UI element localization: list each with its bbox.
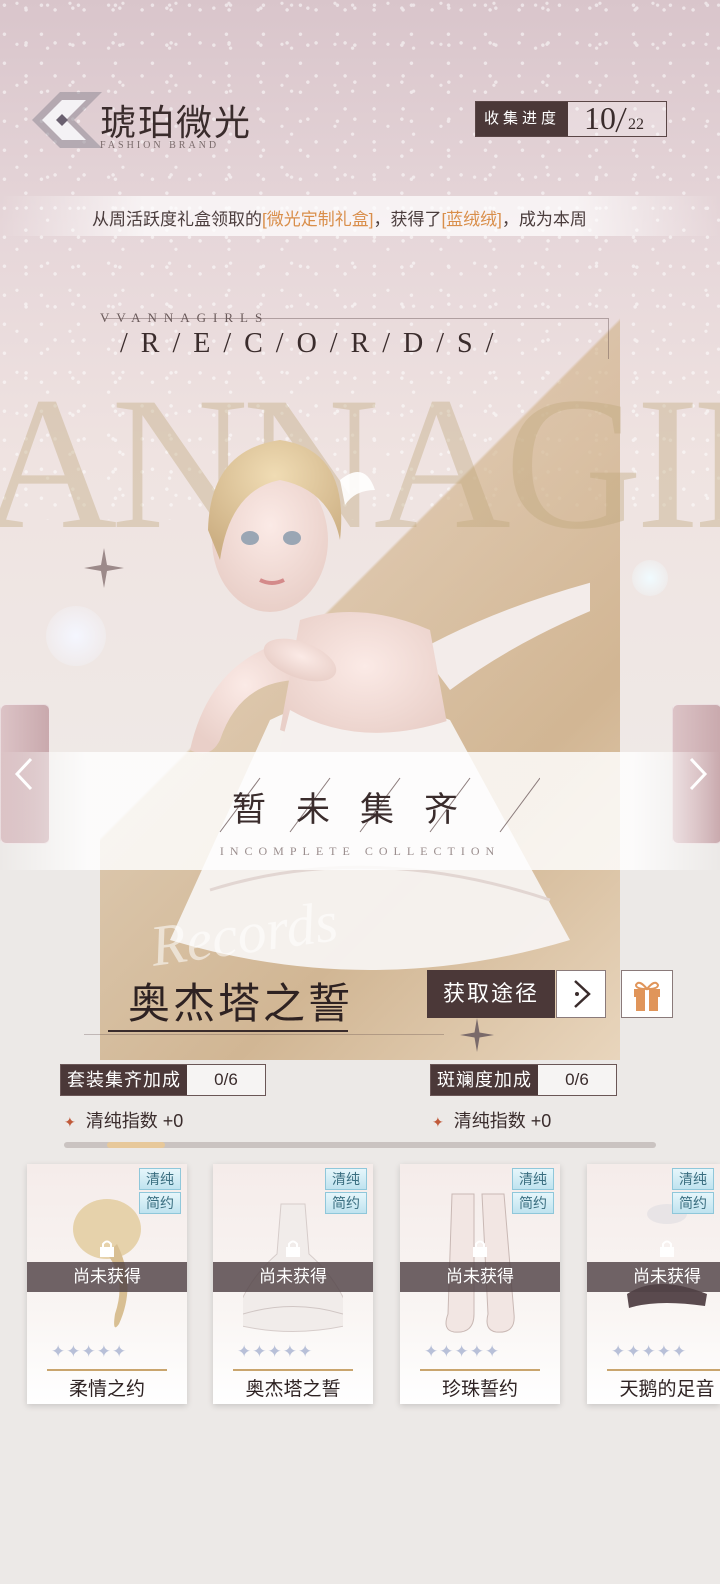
scrollbar-thumb[interactable] [106,1142,165,1148]
item-name: 奥杰塔之誓 [245,1379,341,1400]
bonus-label: 斑斓度加成 [431,1065,538,1095]
bonus-stat: ✦ 清纯指数 +0 [432,1107,551,1133]
light-orb [632,560,668,596]
set-name-rule [84,1034,444,1035]
character-illustration [170,440,590,970]
progress-current: 10 [584,100,617,136]
go-button[interactable] [556,970,606,1018]
light-orb [46,606,106,666]
set-complete-bonus: 套装集齐加成 0/6 [60,1064,266,1096]
progress-value: 10 22 [568,100,667,136]
set-name-underline [108,1030,348,1032]
records-brand-small: VVANNAGIRLS [100,310,270,325]
stat-name: 清纯指数 [85,1111,158,1131]
ticker-text: 从周活跃度礼盒领取的[微光定制礼盒]，获得了[蓝绒绒]，成为本周 [92,205,630,230]
tag-badge: 简约 [139,1192,181,1214]
star-bullet-icon: ✦ [432,1114,444,1130]
ticker-middle: ，获得了 [373,210,442,229]
lock-icon [100,1240,114,1257]
slash-divider [615,107,627,133]
item-status: 尚未获得 [213,1262,373,1292]
incomplete-subtitle: INCOMPLETE COLLECTION [219,844,501,858]
card-divider [233,1369,353,1371]
brand-subtitle: FASHION BRAND [100,140,220,151]
brand-title: 琥珀微光 [100,103,253,143]
incomplete-title: 暂未集齐 [232,792,488,829]
stat-value: +0 [530,1111,552,1131]
stat-name: 清纯指数 [453,1111,526,1131]
ticker-suffix: ，成为本周 [501,210,587,229]
tag-badge: 简约 [672,1192,714,1214]
bonus-label: 套装集齐加成 [61,1065,187,1095]
lock-icon [473,1240,487,1257]
tag-badge: 清纯 [325,1168,367,1190]
ticker-item-1: [微光定制礼盒] [262,210,374,229]
set-name: 奥杰塔之誓 [128,982,354,1028]
obtain-method-button[interactable]: 获取途径 [427,970,555,1018]
incomplete-status-band: 暂未集齐 INCOMPLETE COLLECTION [0,752,720,870]
item-name: 柔情之约 [68,1379,145,1400]
tag-badge: 清纯 [512,1168,554,1190]
bonus-value: 0/6 [538,1065,616,1095]
ticker-prefix: 从周活跃度礼盒领取的 [92,210,262,229]
lock-icon [660,1240,674,1257]
item-card[interactable]: 清纯 简约 尚未获得 ✦✦✦✦✦ 珍珠誓约 [400,1164,560,1404]
item-name: 天鹅的足音 [619,1379,715,1400]
progress-total: 22 [628,116,645,133]
star-rating: ✦✦✦✦✦ [237,1342,314,1361]
star-rating: ✦✦✦✦✦ [424,1342,501,1361]
lock-icon [286,1240,300,1257]
ticker-item-2: [蓝绒绒] [441,210,502,229]
announcement-ticker: 从周活跃度礼盒领取的[微光定制礼盒]，获得了[蓝绒绒]，成为本周 [0,196,720,236]
records-title: / R / E / C / O / R / D / S / [120,328,497,359]
item-status: 尚未获得 [400,1262,560,1292]
star-rating: ✦✦✦✦✦ [611,1342,688,1361]
back-button[interactable] [28,92,102,148]
card-divider [420,1369,540,1371]
item-status: 尚未获得 [27,1262,187,1292]
item-card[interactable]: 清纯 简约 尚未获得 ✦✦✦✦✦ 柔情之约 [27,1164,187,1404]
sparkle-star-icon [460,1018,494,1052]
tag-badge: 简约 [512,1192,554,1214]
item-card[interactable]: 清纯 简约 尚未获得 ✦✦✦✦✦ 天鹅的足音 [587,1164,720,1404]
collection-progress: 收集进度 10 22 [475,100,668,137]
stat-value: +0 [162,1111,184,1131]
item-name: 珍珠誓约 [441,1379,518,1400]
star-rating: ✦✦✦✦✦ [51,1342,128,1361]
arrow-right-icon [574,980,591,1008]
card-divider [607,1369,720,1371]
tag-badge: 清纯 [672,1168,714,1190]
star-bullet-icon: ✦ [64,1114,76,1130]
item-card[interactable]: 清纯 简约 尚未获得 ✦✦✦✦✦ 奥杰塔之誓 [213,1164,373,1404]
progress-label: 收集进度 [476,102,569,136]
variegation-bonus: 斑斓度加成 0/6 [430,1064,617,1096]
bonus-stat: ✦ 清纯指数 +0 [64,1107,183,1133]
item-status: 尚未获得 [587,1262,720,1292]
gift-button[interactable] [621,970,673,1018]
card-divider [47,1369,167,1371]
bonus-value: 0/6 [187,1065,265,1095]
tag-badge: 清纯 [139,1168,181,1190]
gift-icon [634,981,660,1011]
tag-badge: 简约 [325,1192,367,1214]
sparkle-star-icon [84,548,124,588]
